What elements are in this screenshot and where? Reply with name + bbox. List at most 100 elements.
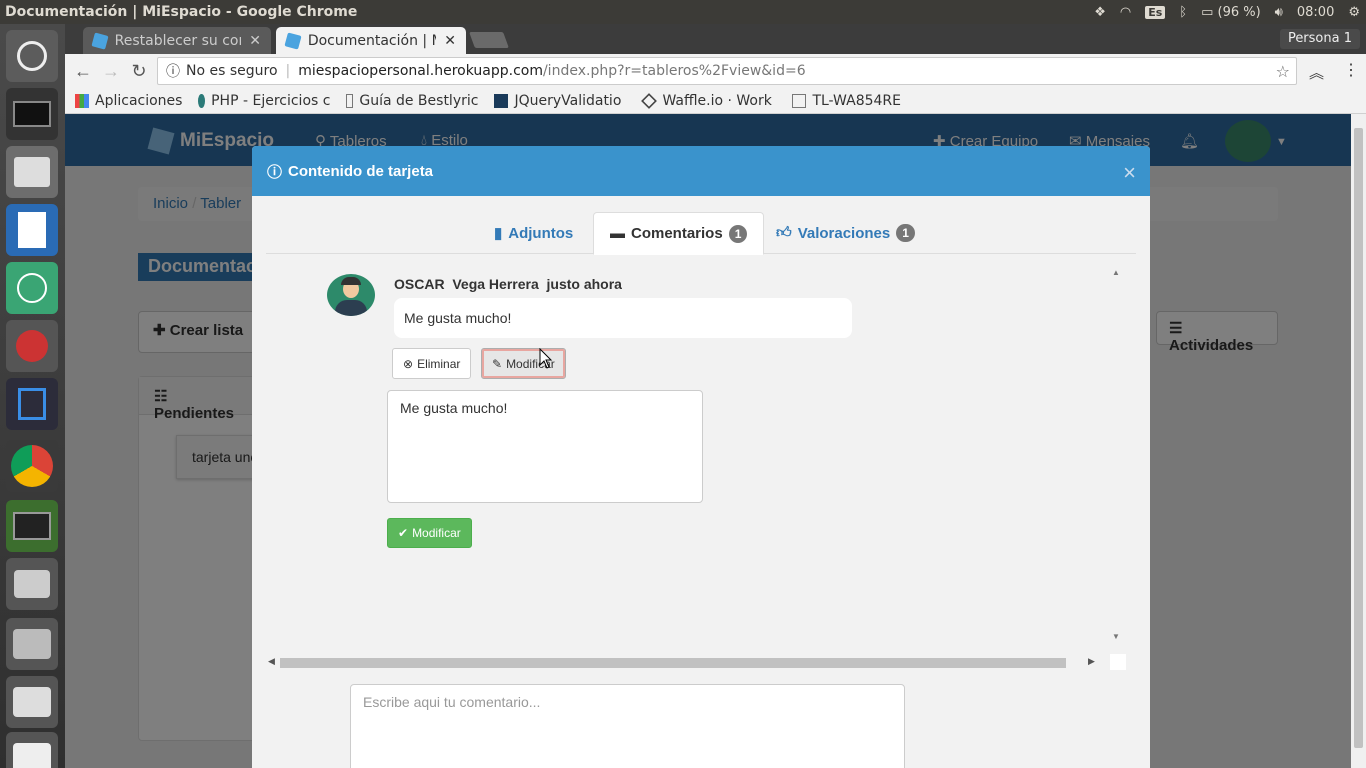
volume-icon[interactable]: 🔊︎ (1275, 5, 1283, 20)
forward-icon[interactable]: → (97, 61, 125, 82)
back-icon[interactable]: ← (69, 61, 97, 82)
horizontal-scrollbar[interactable]: ◀ ▶ (266, 654, 1126, 670)
keyboard-layout-indicator[interactable]: Es (1145, 5, 1166, 19)
globe-icon (198, 93, 206, 108)
info-icon: ⓘ (267, 163, 283, 181)
bookmark-label: Aplicaciones (95, 92, 183, 109)
web-page: MiEspacio ⚲ Tableros 💧︎ Estilo ✚ Crear E… (65, 114, 1351, 768)
scrollbar-corner (1110, 654, 1126, 670)
chrome-icon[interactable] (6, 440, 58, 492)
mouse-cursor-icon (539, 348, 553, 369)
button-label: Eliminar (417, 356, 461, 371)
tab-restablecer[interactable]: Restablecer su con ✕ (83, 27, 271, 54)
dropbox-icon[interactable]: ❖ (1094, 5, 1106, 20)
files-icon[interactable] (6, 146, 58, 198)
info-icon: ⓘ (166, 64, 180, 80)
card-modal: ⓘ Contenido de tarjeta × ▮ Adjuntos ▬ Come… (252, 146, 1150, 768)
profile-button[interactable]: Persona 1 (1279, 29, 1360, 49)
file-icon: ▮ (494, 225, 503, 242)
new-comment-input[interactable]: Escribe aqui tu comentario... (350, 684, 905, 768)
reload-icon[interactable]: ↻ (125, 61, 153, 82)
camera-icon[interactable] (6, 558, 58, 610)
delete-comment-button[interactable]: ⊗ Eliminar (392, 348, 472, 379)
comment-icon: ▬ (610, 225, 625, 242)
vscode-icon[interactable] (6, 378, 58, 430)
drive-icon[interactable] (6, 676, 58, 728)
modal-header: ⓘ Contenido de tarjeta × (252, 146, 1150, 196)
avatar-suit (335, 300, 367, 316)
bookmark-tl[interactable]: TL-WA854RE (784, 93, 909, 109)
site-favicon-icon (91, 31, 109, 50)
security-indicator[interactable]: ⓘ No es seguro (158, 61, 278, 81)
bookmark-jquery[interactable]: JQueryValidatio (486, 93, 634, 109)
page-scrollbar[interactable] (1351, 114, 1366, 768)
scroll-right-icon[interactable]: ▶ (1088, 656, 1095, 667)
vertical-scrollbar[interactable]: ▲ ▼ (1108, 266, 1124, 644)
ubuntu-dash-icon[interactable] (6, 30, 58, 82)
scroll-down-icon[interactable]: ▼ (1112, 632, 1120, 641)
scroll-left-icon[interactable]: ◀ (268, 656, 275, 667)
tab-label: Adjuntos (508, 224, 574, 242)
bookmark-label: JQueryValidatio (514, 92, 622, 109)
menu-dots-icon[interactable]: ⋮ (1343, 60, 1359, 80)
browser-toolbar: ← → ↻ ⓘ No es seguro | miespaciopersonal.… (65, 54, 1366, 88)
wifi-icon[interactable]: ◠ (1120, 5, 1131, 20)
comments-scroll-area[interactable]: OSCAR Vega Herrera justo ahora Me gusta … (266, 266, 1126, 656)
terminal-icon[interactable] (6, 500, 58, 552)
writer-icon[interactable] (6, 204, 58, 256)
bookmark-label: Guía de Bestlyric (359, 92, 479, 109)
battery-icon: ▭ (1201, 4, 1214, 20)
extension-icon[interactable]: ︽ (1309, 62, 1324, 83)
page-scrollbar-thumb[interactable] (1354, 128, 1363, 748)
comment-count-badge: 1 (728, 224, 748, 243)
ubuntu-launcher (0, 24, 65, 768)
gear-icon[interactable]: ⚙ (1348, 5, 1360, 20)
battery-indicator[interactable]: ▭ (96 %) (1201, 5, 1261, 20)
system-top-panel: Documentación | MiEspacio - Google Chrom… (0, 0, 1366, 24)
button-label: Modificar (412, 526, 461, 540)
url-path: /index.php?r=tableros%2Fview&id=6 (542, 63, 806, 79)
close-icon[interactable]: ✕ (444, 33, 456, 49)
tab-label: Valoraciones (797, 224, 891, 242)
scrollbar-thumb[interactable] (280, 658, 1066, 668)
new-tab-button[interactable] (469, 32, 509, 48)
tab-label: Comentarios (631, 225, 723, 242)
close-icon[interactable]: ✕ (249, 33, 261, 49)
avatar-hair (341, 277, 361, 285)
settings-icon[interactable] (6, 320, 58, 372)
clock[interactable]: 08:00 (1297, 5, 1334, 20)
bookmark-waffle[interactable]: Waffle.io · Work (634, 93, 784, 109)
bookmark-label: Waffle.io · Work (662, 92, 772, 109)
tab-comments[interactable]: ▬ Comentarios 1 (593, 212, 765, 255)
bookmark-apps[interactable]: Aplicaciones (65, 93, 190, 109)
battery-level: (96 %) (1217, 4, 1261, 20)
window-title: Documentación | MiEspacio - Google Chrom… (5, 4, 358, 20)
site-favicon-icon (284, 31, 302, 50)
modal-tabs: ▮ Adjuntos ▬ Comentarios 1 👍︎ Valoraciones 1 (266, 212, 1136, 255)
trash-icon[interactable] (6, 732, 58, 768)
close-icon[interactable]: × (1123, 160, 1136, 186)
tab-documentacion[interactable]: Documentación | M ✕ (276, 27, 466, 54)
tab-title: Documentación | M (307, 32, 437, 49)
edit-icon: ✎ (492, 356, 503, 371)
bookmark-php[interactable]: PHP - Ejercicios c (190, 93, 338, 109)
bookmarks-bar: Aplicaciones PHP - Ejercicios c Guía de … (65, 88, 1366, 114)
bookmark-star-icon[interactable]: ☆ (1276, 62, 1290, 81)
bookmark-guia[interactable]: Guía de Bestlyric (338, 93, 486, 109)
atom-icon[interactable] (6, 262, 58, 314)
browser-tab-strip: Restablecer su con ✕ Documentación | M ✕… (65, 24, 1366, 54)
save-edit-button[interactable]: ✔ Modificar (387, 518, 472, 548)
bookmark-label: PHP - Ejercicios c (211, 92, 331, 109)
tab-ratings[interactable]: 👍︎ Valoraciones 1 (760, 212, 931, 254)
edit-comment-textarea[interactable]: Me gusta mucho! (387, 390, 703, 503)
security-label: No es seguro (186, 63, 278, 79)
system-monitor-icon[interactable] (6, 88, 58, 140)
tab-title: Restablecer su con (114, 32, 242, 49)
address-bar[interactable]: ⓘ No es seguro | miespaciopersonal.heroku… (157, 57, 1297, 85)
disk-icon[interactable] (6, 618, 58, 670)
edit-comment-button[interactable]: ✎ Modificar (481, 348, 566, 379)
tab-attachments[interactable]: ▮ Adjuntos (478, 212, 589, 254)
bluetooth-icon[interactable]: ᛒ (1179, 5, 1187, 20)
system-tray: ❖ ◠ Es ᛒ ▭ (96 %) 🔊︎ 08:00 ⚙ (1094, 5, 1366, 20)
scroll-up-icon[interactable]: ▲ (1112, 268, 1120, 277)
